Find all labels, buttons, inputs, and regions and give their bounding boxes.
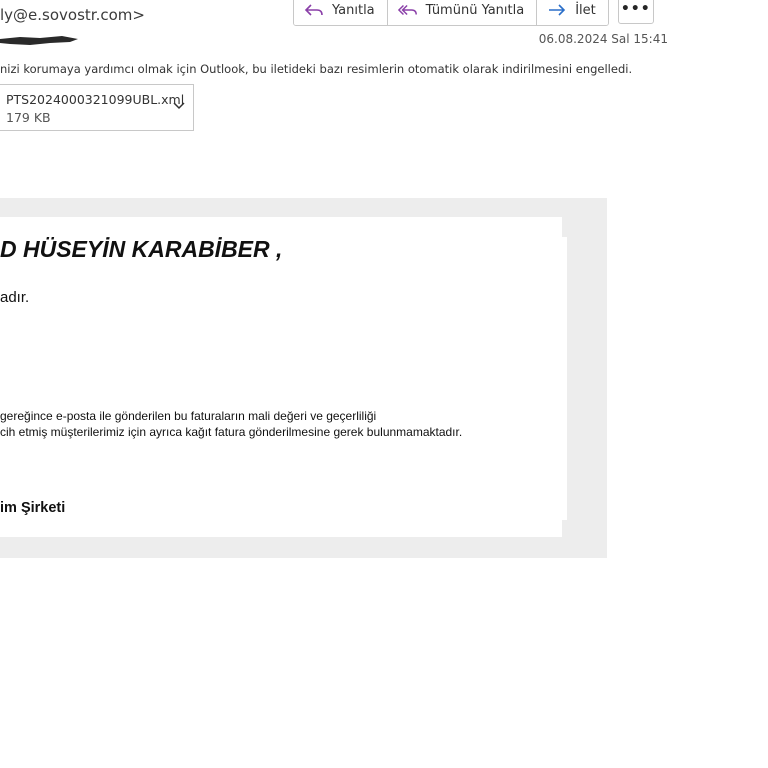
forward-label: İlet bbox=[575, 2, 596, 18]
forward-button[interactable]: İlet bbox=[537, 0, 608, 25]
attachment-size: 179 KB bbox=[6, 110, 51, 125]
blocked-images-notice: nizi korumaya yardımcı olmak için Outloo… bbox=[0, 62, 633, 76]
body-paragraph-line-1: gereğince e-posta ile gönderilen bu fatu… bbox=[0, 409, 377, 423]
message-card-edge bbox=[562, 237, 567, 520]
reply-all-button[interactable]: Tümünü Yanıtla bbox=[387, 0, 538, 25]
signature: im Şirketi bbox=[0, 500, 66, 516]
redacted-name-mark bbox=[0, 36, 78, 45]
sender-email: ly@e.sovostr.com> bbox=[0, 6, 145, 24]
reply-all-label: Tümünü Yanıtla bbox=[425, 2, 525, 18]
more-actions-button[interactable]: ••• bbox=[617, 0, 654, 24]
reply-button[interactable]: Yanıtla bbox=[294, 0, 388, 25]
reply-icon bbox=[304, 2, 324, 18]
reply-label: Yanıtla bbox=[332, 2, 375, 18]
message-toolbar: Yanıtla Tümünü Yanıtla İlet ••• bbox=[293, 0, 654, 26]
greeting-heading: D HÜSEYİN KARABİBER , bbox=[0, 236, 283, 262]
message-date: 06.08.2024 Sal 15:41 bbox=[538, 32, 668, 46]
attachment-name: PTS2024000321099UBL.xml bbox=[6, 92, 185, 107]
forward-icon bbox=[547, 2, 567, 18]
body-paragraph-line-2: cih etmiş müşterilerimiz için ayrıca kağ… bbox=[0, 425, 463, 439]
body-paragraph: gereğince e-posta ile gönderilen bu fatu… bbox=[0, 408, 462, 440]
message-body-card bbox=[0, 217, 562, 537]
attachment-card[interactable]: PTS2024000321099UBL.xml 179 KB bbox=[0, 84, 194, 131]
chevron-down-icon[interactable] bbox=[173, 100, 185, 110]
body-line: adır. bbox=[0, 289, 30, 306]
reply-all-icon bbox=[397, 2, 418, 18]
reply-actions-group: Yanıtla Tümünü Yanıtla İlet bbox=[293, 0, 609, 26]
